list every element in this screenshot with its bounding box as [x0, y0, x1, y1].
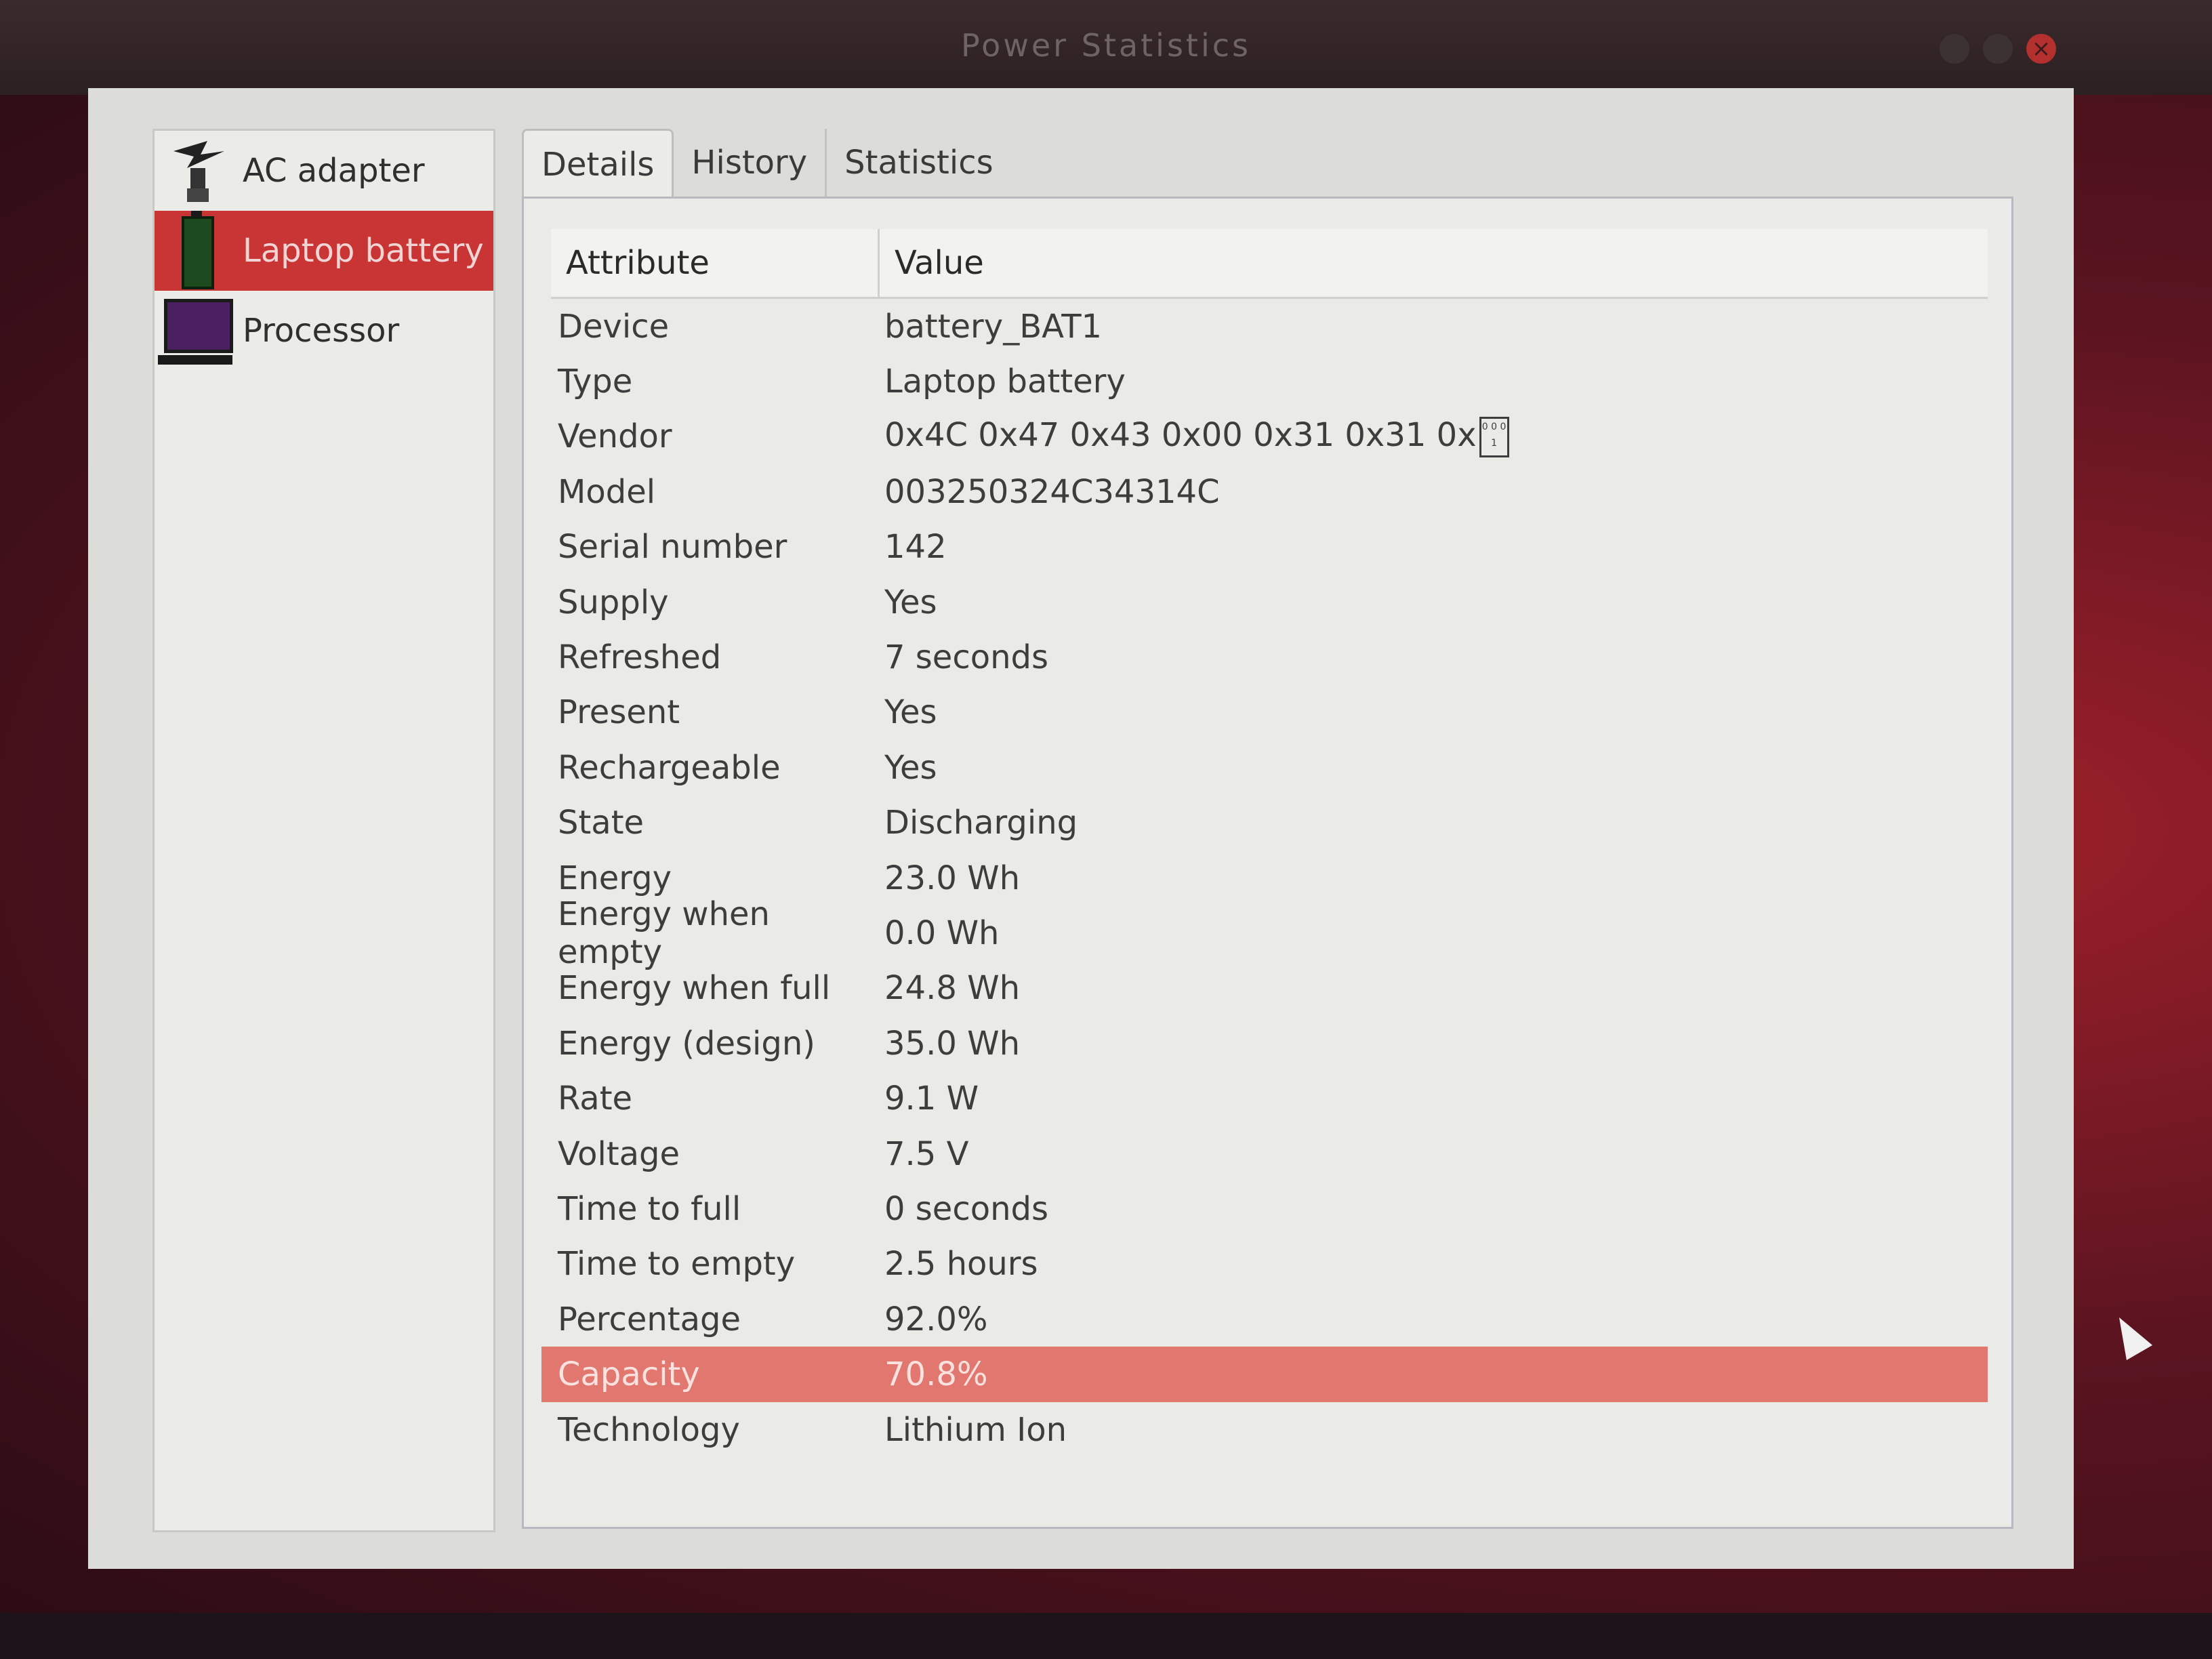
attribute-cell: Energy (design): [558, 1024, 815, 1063]
table-row[interactable]: Percentage 92.0%: [551, 1292, 1988, 1347]
tab-details[interactable]: Details: [522, 129, 674, 199]
maximize-button[interactable]: [1983, 34, 2013, 64]
table-row[interactable]: Energy when full 24.8 Wh: [551, 961, 1988, 1016]
value-cell: 7.5 V: [884, 1134, 969, 1173]
tab-statistics[interactable]: Statistics: [827, 129, 1010, 197]
attribute-cell: Model: [558, 472, 656, 511]
device-item-laptop-battery[interactable]: Laptop battery: [155, 211, 493, 291]
value-cell: Lithium Ion: [884, 1410, 1067, 1449]
table-row[interactable]: Voltage 7.5 V: [551, 1126, 1988, 1181]
table-row[interactable]: Rate 9.1 W: [551, 1071, 1988, 1126]
ac-adapter-icon: [173, 141, 224, 202]
mouse-pointer-icon: [2106, 1310, 2153, 1360]
table-row[interactable]: Device battery_BAT1: [551, 299, 1988, 354]
attribute-cell: Supply: [558, 583, 669, 621]
table-row-selected[interactable]: Capacity 70.8%: [541, 1347, 1988, 1402]
table-row[interactable]: Rechargeable Yes: [551, 740, 1988, 795]
value-cell: 70.8%: [884, 1355, 988, 1394]
value-cell: Discharging: [884, 804, 1078, 842]
device-item-label: Laptop battery: [243, 232, 484, 270]
attribute-cell: Energy when full: [558, 969, 831, 1008]
value-cell: 24.8 Wh: [884, 969, 1021, 1008]
value-cell: Yes: [884, 583, 937, 621]
close-icon: ×: [2031, 35, 2051, 62]
attribute-cell: Device: [558, 307, 670, 346]
device-item-processor[interactable]: Processor: [155, 291, 493, 371]
processor-icon: [158, 299, 233, 365]
table-row[interactable]: Vendor 0x4C 0x47 0x43 0x00 0x31 0x31 0x 0 …: [551, 409, 1988, 464]
window-title: Power Statistics: [961, 27, 1251, 64]
attribute-cell: Voltage: [558, 1134, 680, 1173]
attribute-cell: Serial number: [558, 528, 787, 567]
window-controls: ×: [1940, 34, 2056, 64]
value-cell: Yes: [884, 693, 937, 732]
details-panel: Attribute Value Device battery_BAT1 Type L…: [522, 197, 2013, 1529]
table-header: Attribute Value: [551, 229, 1988, 299]
attribute-cell: Energy: [558, 859, 672, 897]
value-cell: battery_BAT1: [884, 307, 1103, 346]
attribute-cell: Vendor: [558, 417, 672, 456]
table-row[interactable]: Time to full 0 seconds: [551, 1181, 1988, 1236]
table-row[interactable]: State Discharging: [551, 796, 1988, 851]
device-list: AC adapter Laptop battery Processor: [152, 129, 495, 1532]
table-row[interactable]: Energy (design) 35.0 Wh: [551, 1016, 1988, 1071]
attribute-cell: Present: [558, 693, 680, 732]
power-statistics-window: AC adapter Laptop battery Processor Deta…: [88, 88, 2074, 1569]
value-cell: 0.0 Wh: [884, 914, 1000, 952]
attribute-cell: Capacity: [558, 1355, 700, 1394]
title-bar: Power Statistics ×: [0, 0, 2212, 95]
column-header-attribute[interactable]: Attribute: [551, 229, 880, 297]
attribute-cell: Type: [558, 363, 633, 401]
tab-history[interactable]: History: [674, 129, 827, 197]
attribute-cell: Rechargeable: [558, 748, 781, 787]
table-row[interactable]: Time to empty 2.5 hours: [551, 1237, 1988, 1292]
table-row[interactable]: Supply Yes: [551, 575, 1988, 630]
value-cell: 35.0 Wh: [884, 1024, 1021, 1063]
device-item-label: AC adapter: [243, 152, 425, 190]
attribute-cell: Time to full: [558, 1189, 741, 1228]
table-row[interactable]: Energy when empty 0.0 Wh: [551, 895, 1988, 971]
tab-bar: Details History Statistics: [522, 129, 1011, 199]
battery-icon: [182, 211, 214, 289]
attribute-cell: Time to empty: [558, 1245, 796, 1284]
value-cell: 0 seconds: [884, 1189, 1048, 1228]
value-cell: 2.5 hours: [884, 1245, 1038, 1284]
value-cell: 7 seconds: [884, 638, 1048, 677]
minimize-button[interactable]: [1940, 34, 1969, 64]
table-row[interactable]: Model 003250324C34314C: [551, 464, 1988, 519]
table-row[interactable]: Serial number 142: [551, 520, 1988, 575]
value-cell: 0x4C 0x47 0x43 0x00 0x31 0x31 0x 0 0 0 1: [884, 416, 1509, 457]
value-cell: 92.0%: [884, 1300, 988, 1338]
attribute-cell: Energy when empty: [558, 895, 770, 971]
attribute-cell: Percentage: [558, 1300, 741, 1338]
attribute-cell: Rate: [558, 1080, 633, 1118]
value-cell: Laptop battery: [884, 363, 1126, 401]
table-row[interactable]: Refreshed 7 seconds: [551, 630, 1988, 684]
table-row[interactable]: Technology Lithium Ion: [551, 1402, 1988, 1457]
device-item-ac-adapter[interactable]: AC adapter: [155, 131, 493, 211]
value-cell: Yes: [884, 748, 937, 787]
value-cell: 23.0 Wh: [884, 859, 1021, 897]
attribute-cell: Technology: [558, 1410, 740, 1449]
value-cell: 9.1 W: [884, 1080, 979, 1118]
close-button[interactable]: ×: [2026, 34, 2056, 64]
attribute-table: Attribute Value Device battery_BAT1 Type L…: [541, 229, 1988, 1457]
column-header-value[interactable]: Value: [880, 244, 984, 282]
table-row[interactable]: Type Laptop battery: [551, 354, 1988, 409]
screen-bottom-bezel: [0, 1613, 2212, 1659]
attribute-cell: Refreshed: [558, 638, 722, 677]
value-cell: 003250324C34314C: [884, 472, 1220, 511]
value-cell: 142: [884, 528, 947, 567]
table-row[interactable]: Present Yes: [551, 685, 1988, 740]
device-item-label: Processor: [243, 312, 400, 350]
unknown-glyph-icon: 0 0 0 1: [1479, 416, 1509, 457]
attribute-cell: State: [558, 804, 644, 842]
vendor-value-text: 0x4C 0x47 0x43 0x00 0x31 0x31 0x: [884, 415, 1477, 454]
